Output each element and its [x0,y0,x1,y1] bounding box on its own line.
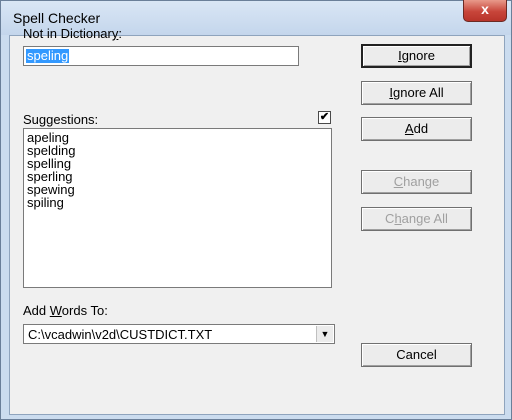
dropdown-arrow-icon[interactable]: ▼ [316,326,333,342]
cancel-button[interactable]: Cancel [361,343,472,367]
list-item[interactable]: spiling [27,196,331,209]
close-button[interactable]: x [463,0,507,22]
change-button[interactable]: Change [361,170,472,194]
dictionary-path: C:\vcadwin\v2d\CUSTDICT.TXT [28,327,213,342]
list-item[interactable]: spewing [27,183,331,196]
not-in-dictionary-label: Not in Dictionary: [23,26,122,41]
window-title: Spell Checker [13,10,101,26]
suggestions-list[interactable]: apeling spelding spelling sperling spewi… [23,128,332,288]
change-all-button[interactable]: Change All [361,207,472,231]
list-item[interactable]: spelding [27,144,331,157]
suggestions-checkbox[interactable]: ✔ [318,111,331,124]
suggestions-label: Suggestions: [23,112,99,127]
list-item[interactable]: spelling [27,157,331,170]
not-in-dictionary-input[interactable]: speling [23,46,299,66]
selected-word: speling [26,48,70,63]
add-button[interactable]: Add [361,117,472,141]
spell-checker-dialog: Spell Checker x Not in Dictionary: speli… [0,0,512,420]
add-words-to-label: Add Words To: [23,303,108,318]
ignore-button[interactable]: Ignore [361,44,472,68]
add-words-to-dropdown[interactable]: C:\vcadwin\v2d\CUSTDICT.TXT ▼ [23,324,335,344]
ignore-all-button[interactable]: Ignore All [361,81,472,105]
